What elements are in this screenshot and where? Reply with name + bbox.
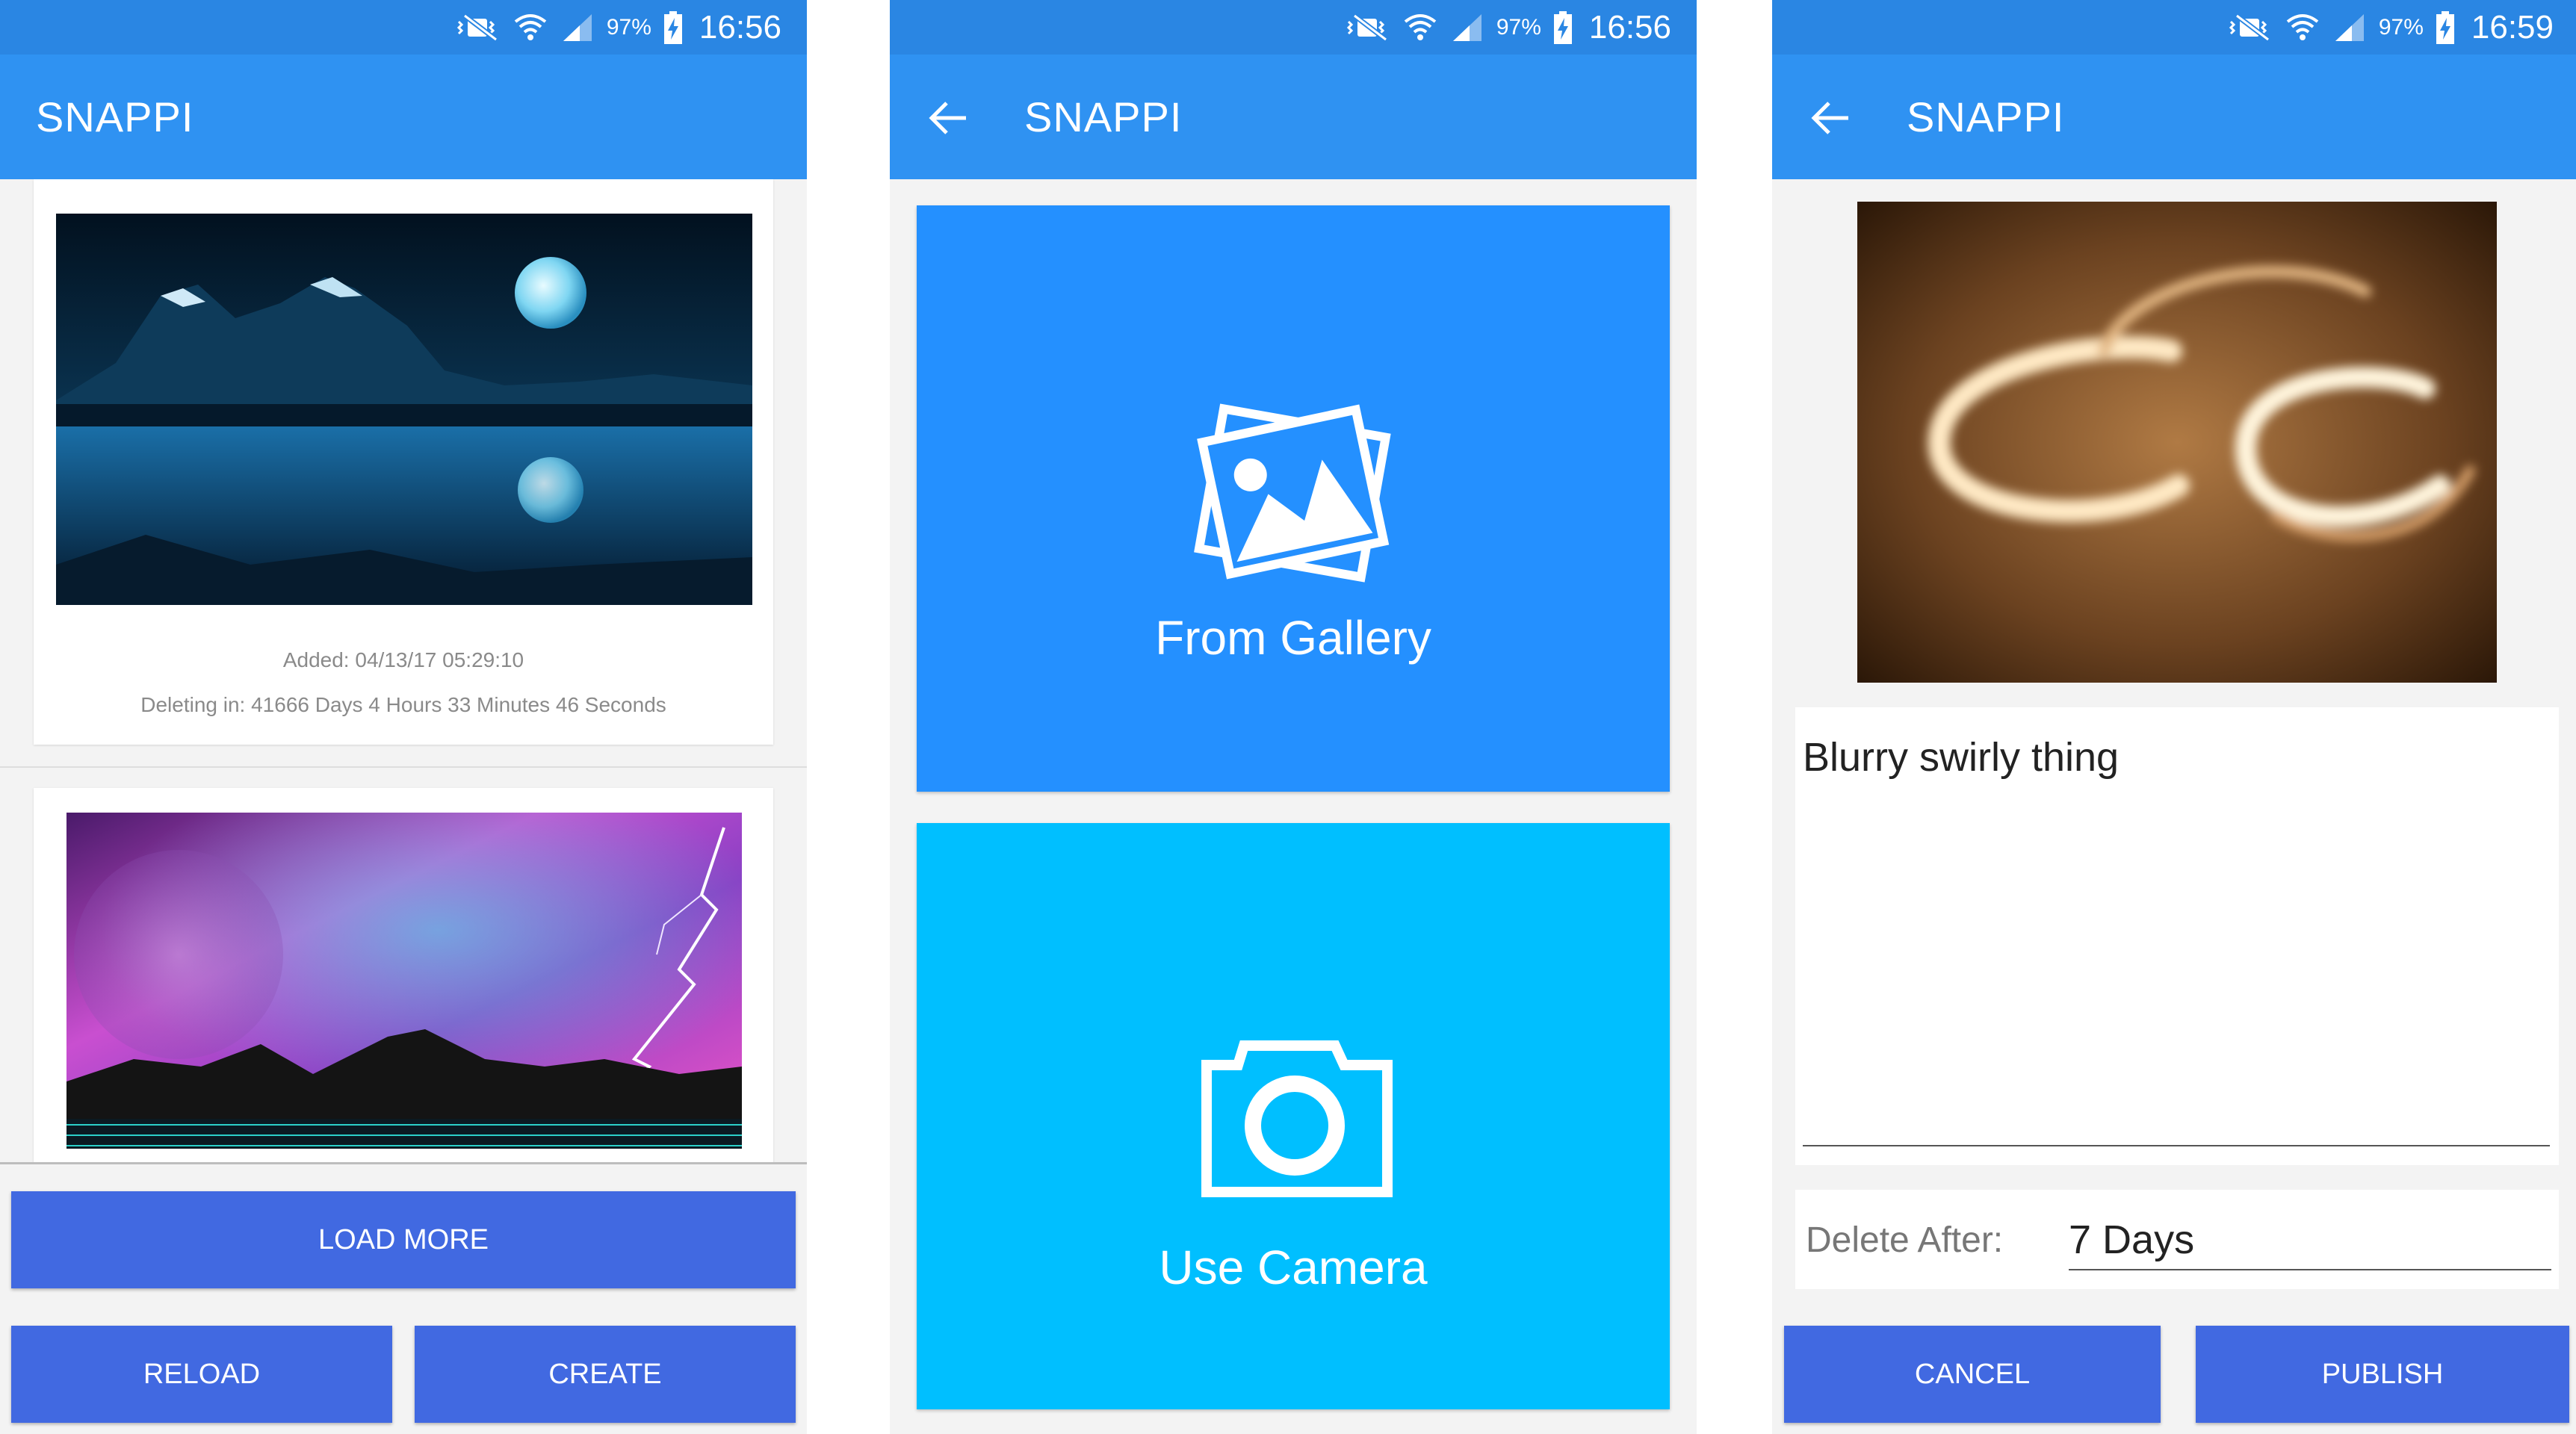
added-date: Added: 04/13/17 05:29:10	[282, 648, 524, 671]
wifi-icon	[2286, 13, 2319, 40]
publish-button[interactable]: PUBLISH	[2196, 1326, 2569, 1423]
gallery-icon	[1194, 403, 1391, 583]
photo-thumbnail[interactable]	[66, 813, 742, 1149]
deletion-countdown: Deleting in: 41666 Days 4 Hours 33 Minut…	[140, 693, 666, 716]
wifi-icon	[1404, 13, 1437, 40]
status-bar: 97% 16:56	[0, 0, 807, 55]
mute-icon	[1346, 13, 1387, 42]
app-bar: SNAPPI	[890, 55, 1697, 179]
battery-percent: 97%	[1496, 14, 1541, 40]
reload-button[interactable]: RELOAD	[11, 1326, 392, 1423]
wifi-icon	[514, 13, 547, 40]
list-divider	[0, 766, 807, 768]
photo-card[interactable]	[34, 788, 773, 1162]
app-title: SNAPPI	[36, 93, 194, 140]
status-bar: 97% 16:56	[890, 0, 1697, 55]
create-button[interactable]: CREATE	[415, 1326, 796, 1423]
mute-icon	[2229, 13, 2270, 42]
status-bar: 97% 16:59	[1772, 0, 2576, 55]
delete-after-select[interactable]: 7 Days	[2069, 1217, 2194, 1263]
cancel-button[interactable]: CANCEL	[1784, 1326, 2161, 1423]
from-gallery-label: From Gallery	[1155, 611, 1431, 665]
signal-icon	[2335, 13, 2364, 41]
input-underline	[1803, 1145, 2550, 1146]
clock: 16:56	[699, 8, 781, 46]
divider	[0, 1162, 807, 1164]
photo-thumbnail[interactable]	[56, 214, 752, 605]
clock: 16:56	[1588, 8, 1671, 46]
use-camera-button[interactable]: Use Camera	[917, 823, 1670, 1409]
battery-charging-icon	[1553, 10, 1572, 44]
feed-screen: 97% 16:56 SNAPPI Added: 04/13/17 05:29:1…	[0, 0, 807, 1434]
app-title: SNAPPI	[1024, 93, 1183, 140]
description-text[interactable]: Blurry swirly thing	[1803, 734, 2119, 780]
from-gallery-button[interactable]: From Gallery	[917, 205, 1670, 792]
app-bar: SNAPPI	[0, 55, 807, 179]
description-field[interactable]: Blurry swirly thing	[1795, 707, 2559, 1165]
battery-percent: 97%	[606, 14, 651, 40]
source-picker-screen: 97% 16:56 SNAPPI From Gallery Use Camera	[890, 0, 1697, 1434]
photo-preview	[1857, 202, 2497, 683]
delete-after-row: Delete After: 7 Days	[1795, 1190, 2559, 1289]
select-underline	[2069, 1269, 2551, 1270]
app-title: SNAPPI	[1907, 93, 2065, 140]
app-bar: SNAPPI	[1772, 55, 2576, 179]
signal-icon	[563, 13, 592, 41]
back-arrow-icon[interactable]	[1808, 96, 1853, 140]
battery-percent: 97%	[2378, 14, 2424, 40]
delete-after-label: Delete After:	[1806, 1220, 2004, 1260]
signal-icon	[1452, 13, 1481, 41]
photo-card[interactable]: Added: 04/13/17 05:29:10 Deleting in: 41…	[34, 179, 773, 745]
load-more-button[interactable]: LOAD MORE	[11, 1191, 796, 1288]
photo-feed[interactable]: Added: 04/13/17 05:29:10 Deleting in: 41…	[0, 179, 807, 1162]
back-arrow-icon[interactable]	[926, 96, 970, 140]
clock: 16:59	[2471, 8, 2554, 46]
camera-icon	[1201, 1040, 1393, 1197]
use-camera-label: Use Camera	[1159, 1241, 1428, 1294]
compose-screen: 97% 16:59 SNAPPI Blurry swirly thing Del…	[1772, 0, 2576, 1434]
mute-icon	[456, 13, 498, 42]
battery-charging-icon	[2436, 10, 2454, 44]
battery-charging-icon	[663, 10, 682, 44]
